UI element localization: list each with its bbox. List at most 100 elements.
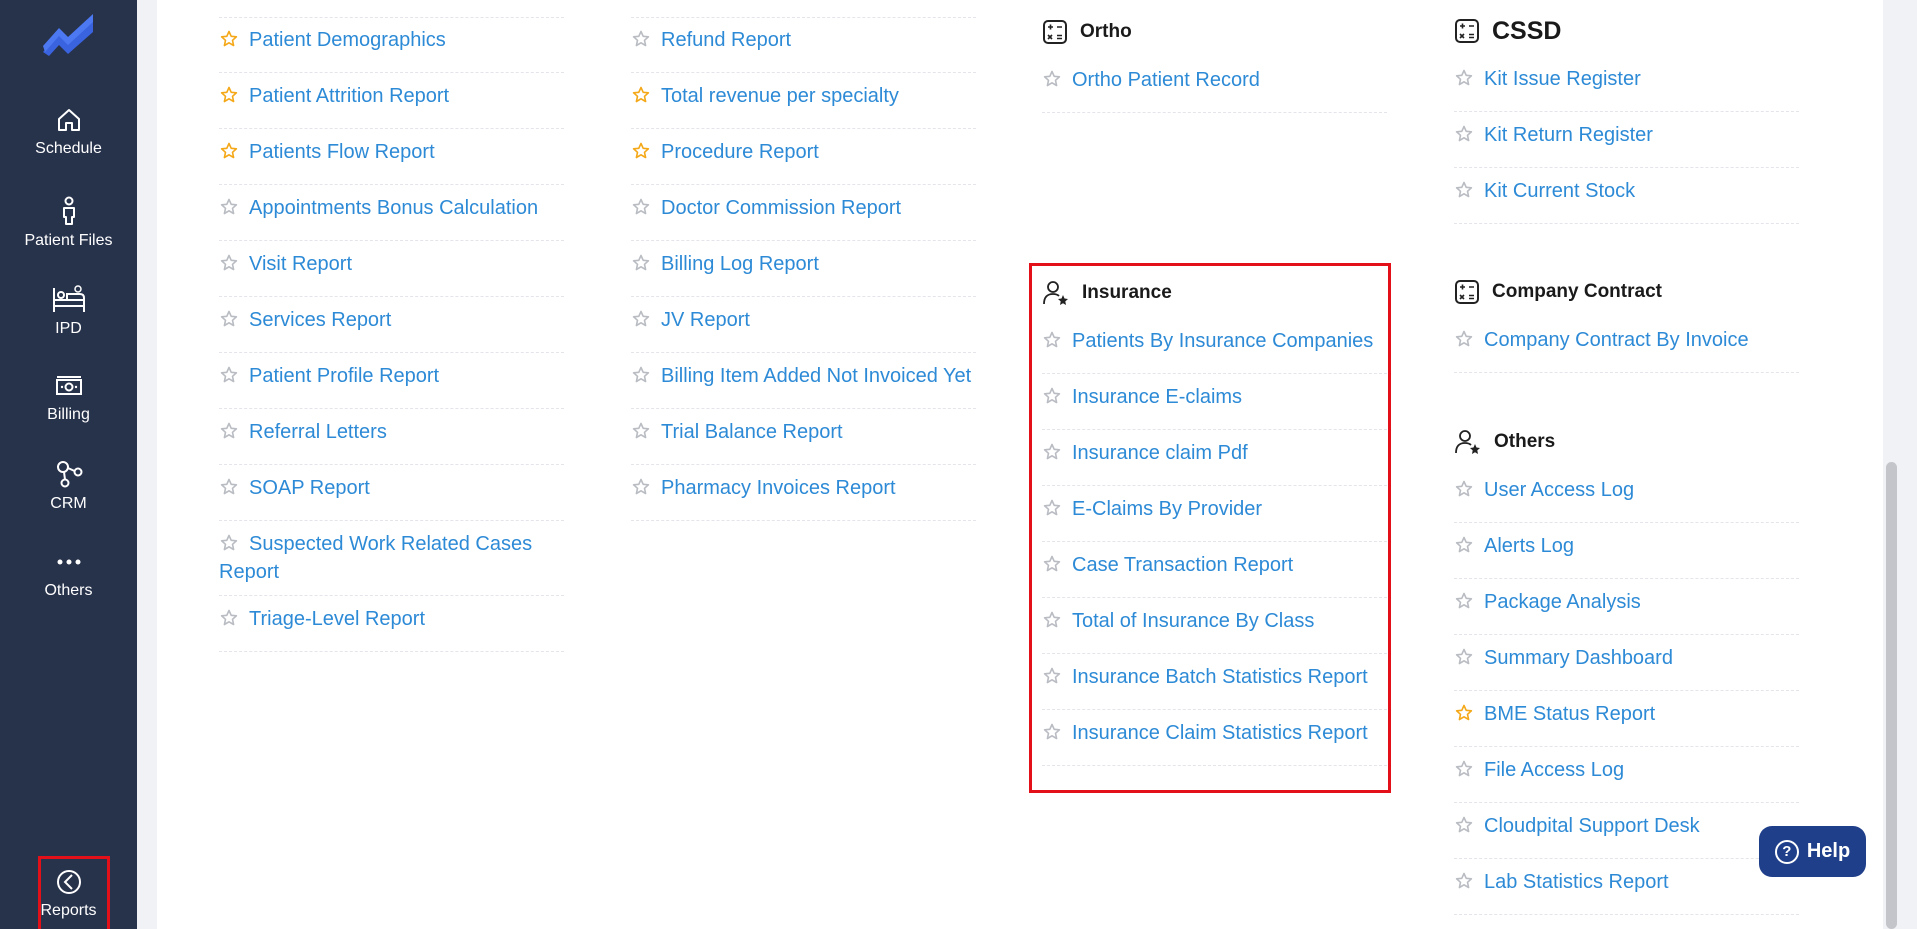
star-outline-icon[interactable] bbox=[1043, 70, 1061, 88]
help-button[interactable]: ? Help bbox=[1759, 826, 1866, 877]
report-link[interactable]: JV Report bbox=[631, 297, 976, 353]
star-outline-icon[interactable] bbox=[1455, 760, 1473, 778]
report-link[interactable]: Trial Balance Report bbox=[631, 409, 976, 465]
scrollbar-thumb[interactable] bbox=[1886, 462, 1897, 929]
sidebar-item-label: IPD bbox=[55, 320, 82, 337]
scrollbar-track[interactable] bbox=[1883, 0, 1900, 929]
report-link[interactable]: Kit Current Stock bbox=[1454, 168, 1799, 224]
report-link-label: User Access Log bbox=[1484, 479, 1635, 501]
report-link[interactable]: Ortho Patient Record bbox=[1042, 57, 1387, 113]
star-outline-icon[interactable] bbox=[632, 30, 650, 48]
report-link[interactable]: Pharmacy Invoices Report bbox=[631, 465, 976, 521]
report-link[interactable]: Alerts Log bbox=[1454, 523, 1799, 579]
sidebar-item-schedule[interactable]: Schedule bbox=[0, 106, 137, 158]
network-icon bbox=[56, 461, 82, 488]
calculator-icon bbox=[1455, 19, 1479, 43]
star-filled-icon[interactable] bbox=[1455, 704, 1473, 722]
report-link-label: Doctor Commission Report bbox=[661, 197, 902, 219]
star-outline-icon[interactable] bbox=[632, 366, 650, 384]
star-outline-icon[interactable] bbox=[632, 198, 650, 216]
home-icon bbox=[57, 109, 80, 131]
sidebar-item-label: Schedule bbox=[35, 140, 102, 157]
report-link[interactable]: Package Analysis bbox=[1454, 579, 1799, 635]
star-outline-icon[interactable] bbox=[220, 422, 238, 440]
sidebar-item-others[interactable]: Others bbox=[0, 548, 137, 600]
report-link[interactable]: Triage-Level Report bbox=[219, 596, 564, 652]
report-link[interactable]: Procedure Report bbox=[631, 129, 976, 185]
star-outline-icon[interactable] bbox=[1455, 816, 1473, 834]
star-outline-icon[interactable] bbox=[1455, 480, 1473, 498]
star-outline-icon[interactable] bbox=[632, 478, 650, 496]
report-link[interactable]: Billing Log Report bbox=[631, 241, 976, 297]
star-outline-icon[interactable] bbox=[220, 310, 238, 328]
report-link[interactable]: Patient Profile Report bbox=[219, 353, 564, 409]
sidebar-item-patient-files[interactable]: Patient Files bbox=[0, 196, 137, 250]
sidebar-item-label: Patient Files bbox=[24, 232, 113, 249]
report-link-label: Appointments Bonus Calculation bbox=[249, 197, 539, 219]
report-link[interactable]: Referral Letters bbox=[219, 409, 564, 465]
report-link[interactable]: Services Report bbox=[219, 297, 564, 353]
report-link[interactable]: Kit Return Register bbox=[1454, 112, 1799, 168]
star-outline-icon[interactable] bbox=[1455, 592, 1473, 610]
report-link-label: Patient Demographics bbox=[249, 29, 446, 51]
column-billing-reports: Refund Report Total revenue per specialty… bbox=[631, 17, 976, 521]
report-link[interactable]: Cloudpital Support Desk bbox=[1454, 803, 1799, 859]
star-outline-icon[interactable] bbox=[1455, 648, 1473, 666]
star-filled-icon[interactable] bbox=[220, 30, 238, 48]
star-outline-icon[interactable] bbox=[220, 478, 238, 496]
report-link-label: Billing Log Report bbox=[661, 253, 819, 275]
star-outline-icon[interactable] bbox=[220, 254, 238, 272]
star-filled-icon[interactable] bbox=[632, 142, 650, 160]
sidebar-item-crm[interactable]: CRM bbox=[0, 459, 137, 513]
report-link-label: File Access Log bbox=[1484, 759, 1625, 781]
report-link[interactable]: Patients Flow Report bbox=[219, 129, 564, 185]
report-link[interactable]: Suspected Work Related Cases Report bbox=[219, 521, 564, 596]
report-link[interactable]: Patient Attrition Report bbox=[219, 73, 564, 129]
star-outline-icon[interactable] bbox=[1455, 69, 1473, 87]
section-list-company-contract: Company Contract By Invoice bbox=[1454, 317, 1799, 373]
report-link[interactable]: Patient Demographics bbox=[219, 17, 564, 73]
sidebar-item-ipd[interactable]: IPD bbox=[0, 284, 137, 338]
report-link[interactable]: Summary Dashboard bbox=[1454, 635, 1799, 691]
report-link-label: Services Report bbox=[249, 309, 392, 331]
section-title-others: Others bbox=[1454, 427, 1799, 457]
star-outline-icon[interactable] bbox=[1455, 125, 1473, 143]
report-link[interactable]: SOAP Report bbox=[219, 465, 564, 521]
section-others: Others User Access Log Alerts Log Package … bbox=[1454, 427, 1799, 915]
star-outline-icon[interactable] bbox=[1455, 536, 1473, 554]
star-outline-icon[interactable] bbox=[632, 422, 650, 440]
report-link[interactable]: Total revenue per specialty bbox=[631, 73, 976, 129]
sidebar-item-billing[interactable]: Billing bbox=[0, 372, 137, 424]
report-link[interactable]: Kit Issue Register bbox=[1454, 56, 1799, 112]
star-outline-icon[interactable] bbox=[220, 609, 238, 627]
star-filled-icon[interactable] bbox=[220, 86, 238, 104]
star-filled-icon[interactable] bbox=[220, 142, 238, 160]
report-link-label: SOAP Report bbox=[249, 477, 370, 499]
section-title-ortho: Ortho bbox=[1042, 17, 1387, 47]
report-link[interactable]: Appointments Bonus Calculation bbox=[219, 185, 564, 241]
report-link-label: Package Analysis bbox=[1484, 591, 1641, 613]
report-link[interactable]: BME Status Report bbox=[1454, 691, 1799, 747]
star-outline-icon[interactable] bbox=[632, 310, 650, 328]
star-outline-icon[interactable] bbox=[220, 198, 238, 216]
star-outline-icon[interactable] bbox=[632, 254, 650, 272]
report-link[interactable]: Company Contract By Invoice bbox=[1454, 317, 1799, 373]
report-link[interactable]: Lab Statistics Report bbox=[1454, 859, 1799, 915]
star-outline-icon[interactable] bbox=[1455, 181, 1473, 199]
star-outline-icon[interactable] bbox=[220, 534, 238, 552]
star-outline-icon[interactable] bbox=[220, 366, 238, 384]
report-link-label: Alerts Log bbox=[1484, 535, 1575, 557]
report-link[interactable]: Doctor Commission Report bbox=[631, 185, 976, 241]
report-link[interactable]: User Access Log bbox=[1454, 467, 1799, 523]
star-filled-icon[interactable] bbox=[632, 86, 650, 104]
section-ortho: Ortho Ortho Patient Record bbox=[1042, 17, 1387, 113]
report-link[interactable]: Visit Report bbox=[219, 241, 564, 297]
calculator-icon bbox=[1043, 20, 1067, 44]
sidebar-item-label: Billing bbox=[47, 406, 90, 423]
star-outline-icon[interactable] bbox=[1455, 872, 1473, 890]
app-logo-icon[interactable] bbox=[41, 14, 97, 56]
report-link[interactable]: File Access Log bbox=[1454, 747, 1799, 803]
report-link[interactable]: Billing Item Added Not Invoiced Yet bbox=[631, 353, 976, 409]
report-link[interactable]: Refund Report bbox=[631, 17, 976, 73]
star-outline-icon[interactable] bbox=[1455, 330, 1473, 348]
